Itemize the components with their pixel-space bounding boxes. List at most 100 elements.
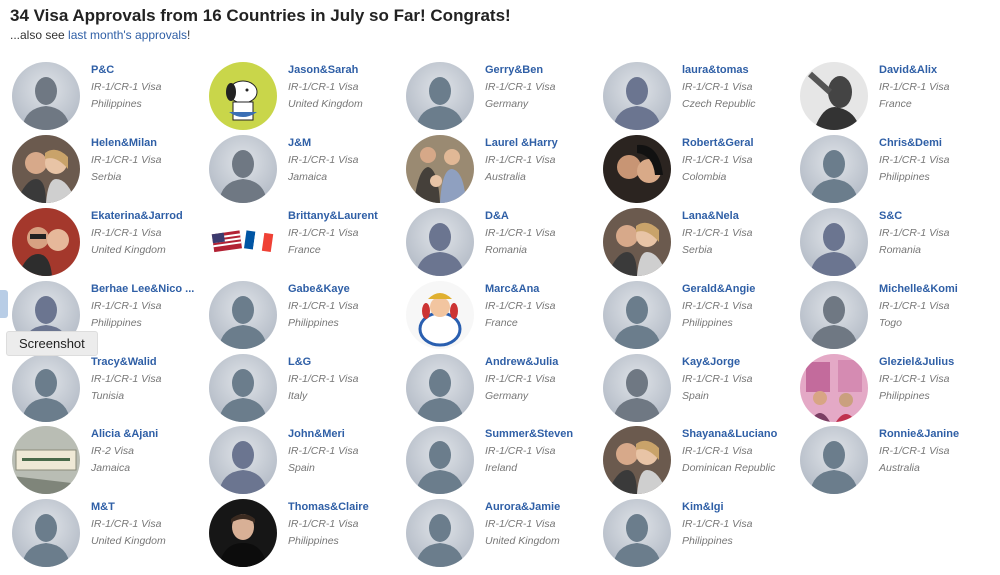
- approval-card[interactable]: Gerry&Ben IR-1/CR-1 Visa Germany: [406, 60, 603, 133]
- couple-name-link[interactable]: Brittany&Laurent: [288, 210, 398, 223]
- approval-card[interactable]: Thomas&Claire IR-1/CR-1 Visa Philippines: [209, 497, 406, 570]
- avatar[interactable]: [209, 134, 277, 203]
- couple-name-link[interactable]: John&Meri: [288, 428, 398, 441]
- avatar[interactable]: [12, 134, 80, 203]
- approval-card[interactable]: Kay&Jorge IR-1/CR-1 Visa Spain: [603, 352, 800, 425]
- approval-card[interactable]: Shayana&Luciano IR-1/CR-1 Visa Dominican R…: [603, 424, 800, 497]
- avatar[interactable]: [209, 353, 277, 422]
- avatar[interactable]: [603, 280, 671, 349]
- couple-name-link[interactable]: Gerry&Ben: [485, 64, 595, 77]
- avatar[interactable]: [603, 426, 671, 495]
- couple-name-link[interactable]: laura&tomas: [682, 64, 792, 77]
- couple-name-link[interactable]: Ekaterina&Jarrod: [91, 210, 201, 223]
- avatar[interactable]: [406, 499, 474, 568]
- couple-name-link[interactable]: Jason&Sarah: [288, 64, 398, 77]
- couple-name-link[interactable]: Lana&Nela: [682, 210, 792, 223]
- couple-name-link[interactable]: Alicia &Ajani: [91, 428, 201, 441]
- couple-name-link[interactable]: Shayana&Luciano: [682, 428, 792, 441]
- approval-card[interactable]: L&G IR-1/CR-1 Visa Italy: [209, 352, 406, 425]
- approval-card[interactable]: Kim&Igi IR-1/CR-1 Visa Philippines: [603, 497, 800, 570]
- avatar[interactable]: [209, 207, 277, 276]
- couple-name-link[interactable]: Laurel &Harry: [485, 137, 595, 150]
- approval-card[interactable]: Chris&Demi IR-1/CR-1 Visa Philippines: [800, 133, 997, 206]
- last-month-link[interactable]: last month's approvals: [68, 28, 187, 42]
- avatar[interactable]: [406, 207, 474, 276]
- couple-name-link[interactable]: Gleziel&Julius: [879, 356, 989, 369]
- approval-card[interactable]: Gabe&Kaye IR-1/CR-1 Visa Philippines: [209, 279, 406, 352]
- approval-card[interactable]: Andrew&Julia IR-1/CR-1 Visa Germany: [406, 352, 603, 425]
- couple-name-link[interactable]: Summer&Steven: [485, 428, 595, 441]
- couple-name-link[interactable]: Gerald&Angie: [682, 283, 792, 296]
- couple-name-link[interactable]: Thomas&Claire: [288, 501, 398, 514]
- approval-card[interactable]: D&A IR-1/CR-1 Visa Romania: [406, 206, 603, 279]
- avatar[interactable]: [603, 353, 671, 422]
- couple-name-link[interactable]: Aurora&Jamie: [485, 501, 595, 514]
- approval-card[interactable]: Tracy&Walid IR-1/CR-1 Visa Tunisia: [12, 352, 209, 425]
- couple-name-link[interactable]: Gabe&Kaye: [288, 283, 398, 296]
- couple-name-link[interactable]: L&G: [288, 356, 398, 369]
- couple-name-link[interactable]: M&T: [91, 501, 201, 514]
- avatar[interactable]: [800, 353, 868, 422]
- couple-name-link[interactable]: David&Alix: [879, 64, 989, 77]
- approval-card[interactable]: Laurel &Harry IR-1/CR-1 Visa Australia: [406, 133, 603, 206]
- approval-card[interactable]: Aurora&Jamie IR-1/CR-1 Visa United Kingdom: [406, 497, 603, 570]
- avatar[interactable]: [800, 62, 868, 130]
- couple-name-link[interactable]: Kay&Jorge: [682, 356, 792, 369]
- avatar[interactable]: [406, 426, 474, 495]
- approval-card[interactable]: Michelle&Komi IR-1/CR-1 Visa Togo: [800, 279, 997, 352]
- couple-name-link[interactable]: J&M: [288, 137, 398, 150]
- avatar[interactable]: [800, 207, 868, 276]
- approval-card[interactable]: John&Meri IR-1/CR-1 Visa Spain: [209, 424, 406, 497]
- couple-name-link[interactable]: P&C: [91, 64, 201, 77]
- couple-name-link[interactable]: Marc&Ana: [485, 283, 595, 296]
- approval-card[interactable]: Gerald&Angie IR-1/CR-1 Visa Philippines: [603, 279, 800, 352]
- couple-name-link[interactable]: Michelle&Komi: [879, 283, 989, 296]
- avatar[interactable]: [603, 62, 671, 130]
- approval-card[interactable]: laura&tomas IR-1/CR-1 Visa Czech Republic: [603, 60, 800, 133]
- couple-name-link[interactable]: Tracy&Walid: [91, 356, 201, 369]
- approval-card[interactable]: S&C IR-1/CR-1 Visa Romania: [800, 206, 997, 279]
- avatar[interactable]: [800, 280, 868, 349]
- approval-card[interactable]: Helen&Milan IR-1/CR-1 Visa Serbia: [12, 133, 209, 206]
- approval-card[interactable]: Jason&Sarah IR-1/CR-1 Visa United Kingdom: [209, 60, 406, 133]
- approval-card[interactable]: David&Alix IR-1/CR-1 Visa France: [800, 60, 997, 133]
- couple-name-link[interactable]: Helen&Milan: [91, 137, 201, 150]
- couple-name-link[interactable]: Andrew&Julia: [485, 356, 595, 369]
- approval-card[interactable]: Ronnie&Janine IR-1/CR-1 Visa Australia: [800, 424, 997, 497]
- couple-name-link[interactable]: Ronnie&Janine: [879, 428, 989, 441]
- couple-name-link[interactable]: Berhae Lee&Nico ...: [91, 283, 201, 296]
- couple-name-link[interactable]: S&C: [879, 210, 989, 223]
- approval-card[interactable]: M&T IR-1/CR-1 Visa United Kingdom: [12, 497, 209, 570]
- couple-name-link[interactable]: Robert&Geral: [682, 137, 792, 150]
- couple-name-link[interactable]: Chris&Demi: [879, 137, 989, 150]
- approval-card[interactable]: Alicia &Ajani IR-2 Visa Jamaica: [12, 424, 209, 497]
- avatar[interactable]: [12, 62, 80, 130]
- side-tab[interactable]: [0, 290, 8, 318]
- approval-card[interactable]: Summer&Steven IR-1/CR-1 Visa Ireland: [406, 424, 603, 497]
- avatar[interactable]: [406, 280, 474, 349]
- avatar[interactable]: [209, 62, 277, 130]
- avatar[interactable]: [209, 426, 277, 495]
- avatar[interactable]: [603, 134, 671, 203]
- avatar[interactable]: [800, 426, 868, 495]
- avatar[interactable]: [406, 353, 474, 422]
- avatar[interactable]: [603, 207, 671, 276]
- avatar[interactable]: [406, 62, 474, 130]
- avatar[interactable]: [12, 353, 80, 422]
- avatar[interactable]: [406, 134, 474, 203]
- avatar[interactable]: [12, 426, 80, 495]
- approval-card[interactable]: P&C IR-1/CR-1 Visa Philippines: [12, 60, 209, 133]
- avatar[interactable]: [12, 207, 80, 276]
- approval-card[interactable]: Brittany&Laurent IR-1/CR-1 Visa France: [209, 206, 406, 279]
- approval-card[interactable]: Gleziel&Julius IR-1/CR-1 Visa Philippines: [800, 352, 997, 425]
- approval-card[interactable]: J&M IR-1/CR-1 Visa Jamaica: [209, 133, 406, 206]
- couple-name-link[interactable]: D&A: [485, 210, 595, 223]
- approval-card[interactable]: Robert&Geral IR-1/CR-1 Visa Colombia: [603, 133, 800, 206]
- avatar[interactable]: [209, 499, 277, 568]
- avatar[interactable]: [603, 499, 671, 568]
- avatar[interactable]: [800, 134, 868, 203]
- approval-card[interactable]: Lana&Nela IR-1/CR-1 Visa Serbia: [603, 206, 800, 279]
- couple-name-link[interactable]: Kim&Igi: [682, 501, 792, 514]
- avatar[interactable]: [12, 499, 80, 568]
- approval-card[interactable]: Ekaterina&Jarrod IR-1/CR-1 Visa United Kin…: [12, 206, 209, 279]
